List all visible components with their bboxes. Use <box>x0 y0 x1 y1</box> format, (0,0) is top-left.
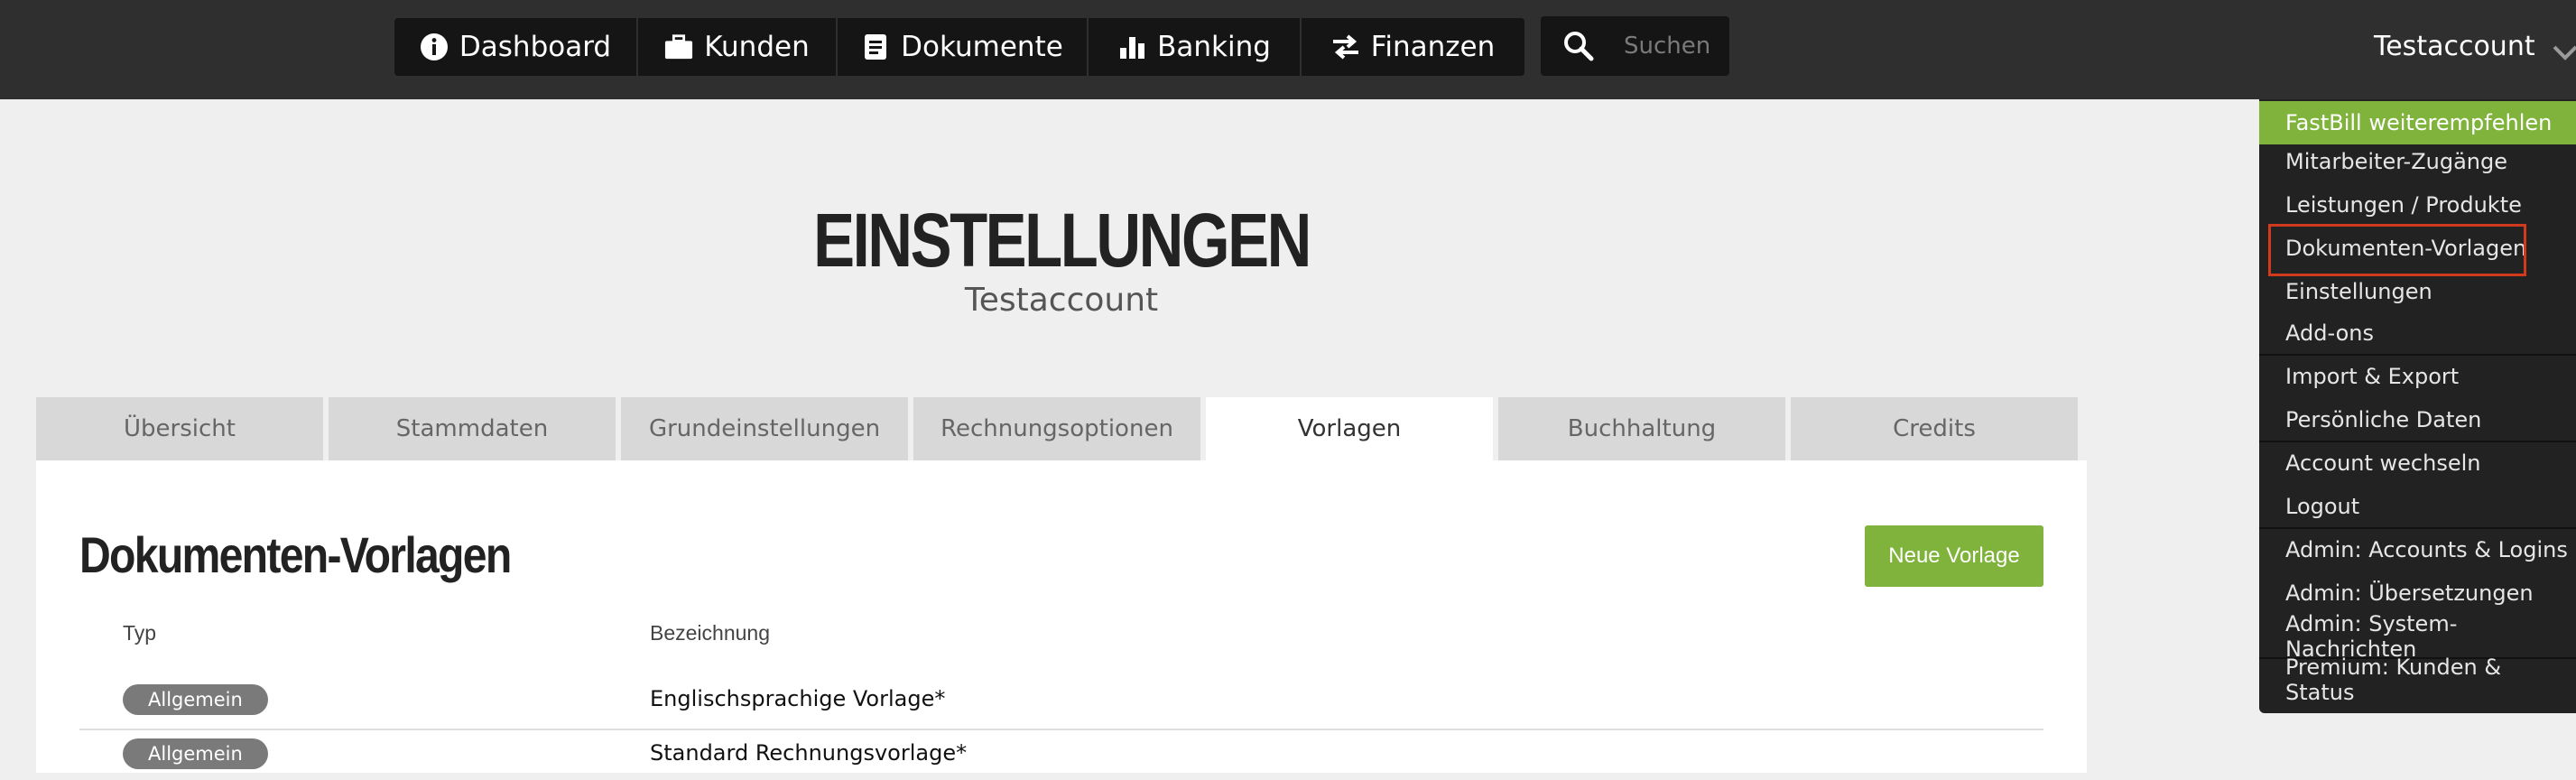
account-dropdown-menu: FastBill weiterempfehlen Mitarbeiter-Zug… <box>2259 99 2576 713</box>
menu-item-admin-uebersetzungen[interactable]: Admin: Übersetzungen <box>2259 571 2576 615</box>
menu-item-label: Import & Export <box>2285 364 2460 389</box>
nav-item-dokumente[interactable]: Dokumente <box>838 18 1089 76</box>
main-navigation: Dashboard Kunden Dokumente Banking Finan… <box>394 18 1524 76</box>
menu-item-admin-system-nachrichten[interactable]: Admin: System-Nachrichten <box>2259 611 2576 662</box>
tab-stammdaten[interactable]: Stammdaten <box>329 397 616 460</box>
tab-grundeinstellungen[interactable]: Grundeinstellungen <box>621 397 908 460</box>
new-template-button[interactable]: Neue Vorlage <box>1865 525 2043 587</box>
nav-item-label: Finanzen <box>1370 31 1496 63</box>
menu-item-admin-accounts-logins[interactable]: Admin: Accounts & Logins <box>2259 528 2576 571</box>
document-icon <box>861 32 890 61</box>
menu-item-label: Premium: Kunden & Status <box>2285 655 2502 705</box>
search-icon[interactable] <box>1562 30 1595 62</box>
menu-item-label: Logout <box>2285 494 2360 519</box>
menu-item-account-wechseln[interactable]: Account wechseln <box>2259 441 2576 485</box>
transfer-arrows-icon <box>1331 32 1360 61</box>
column-header-name: Bezeichnung <box>650 621 770 645</box>
menu-item-add-ons[interactable]: Add-ons <box>2259 311 2576 355</box>
account-menu-toggle[interactable]: Testaccount <box>2374 25 2576 67</box>
column-header-type: Typ <box>123 621 157 645</box>
account-name: Testaccount <box>2374 30 2535 62</box>
type-badge: Allgemein <box>123 738 268 769</box>
menu-item-leistungen-produkte[interactable]: Leistungen / Produkte <box>2259 183 2576 227</box>
briefcase-icon <box>664 32 693 61</box>
nav-item-label: Banking <box>1157 31 1271 63</box>
menu-item-label: Add-ons <box>2285 320 2374 346</box>
menu-item-persoenliche-daten[interactable]: Persönliche Daten <box>2259 398 2576 441</box>
menu-item-import-export[interactable]: Import & Export <box>2259 355 2576 398</box>
tab-label: Stammdaten <box>395 415 549 442</box>
tab-buchhaltung[interactable]: Buchhaltung <box>1498 397 1785 460</box>
highlight-annotation-box <box>2268 224 2526 276</box>
panel-title: Dokumenten-Vorlagen <box>79 526 512 583</box>
menu-item-label: Einstellungen <box>2285 279 2432 304</box>
template-name: Englischsprachige Vorlage* <box>650 686 946 711</box>
tab-label: Vorlagen <box>1297 415 1402 442</box>
table-row[interactable]: Allgemein Englischsprachige Vorlage* <box>79 673 2043 726</box>
tab-label: Buchhaltung <box>1567 415 1717 442</box>
menu-item-label: FastBill weiterempfehlen <box>2285 110 2553 135</box>
nav-item-label: Kunden <box>704 31 810 63</box>
tab-label: Übersicht <box>124 415 236 442</box>
menu-item-fastbill-weiterempfehlen[interactable]: FastBill weiterempfehlen <box>2259 101 2576 144</box>
nav-item-finanzen[interactable]: Finanzen <box>1302 18 1524 76</box>
type-badge: Allgemein <box>123 684 268 715</box>
nav-item-label: Dokumente <box>901 31 1063 63</box>
tab-vorlagen[interactable]: Vorlagen <box>1206 397 1493 460</box>
menu-item-label: Leistungen / Produkte <box>2285 192 2522 218</box>
tab-label: Rechnungsoptionen <box>941 415 1173 442</box>
nav-item-dashboard[interactable]: Dashboard <box>394 18 638 76</box>
nav-item-banking[interactable]: Banking <box>1089 18 1302 76</box>
menu-item-mitarbeiter-zugaenge[interactable]: Mitarbeiter-Zugänge <box>2259 140 2576 183</box>
templates-panel: Dokumenten-Vorlagen Neue Vorlage Typ Bez… <box>36 460 2087 773</box>
info-icon <box>420 32 449 61</box>
settings-tabs: Übersicht Stammdaten Grundeinstellungen … <box>36 397 2087 460</box>
search-input[interactable] <box>1622 32 1725 60</box>
chevron-down-icon <box>2552 37 2576 60</box>
tab-label: Grundeinstellungen <box>648 415 881 442</box>
table-row[interactable]: Allgemein Standard Rechnungsvorlage* <box>79 728 2043 780</box>
menu-item-label: Account wechseln <box>2285 450 2481 476</box>
menu-item-premium-kunden-status[interactable]: Premium: Kunden & Status <box>2259 655 2576 705</box>
search-box <box>1541 16 1729 76</box>
template-name: Standard Rechnungsvorlage* <box>650 740 968 766</box>
page-subtitle: Testaccount <box>964 282 1159 319</box>
menu-item-label: Persönliche Daten <box>2285 407 2482 432</box>
menu-item-label: Mitarbeiter-Zugänge <box>2285 149 2507 174</box>
menu-item-label: Admin: Übersetzungen <box>2285 580 2534 606</box>
bar-chart-icon <box>1117 32 1146 61</box>
tab-uebersicht[interactable]: Übersicht <box>36 397 323 460</box>
menu-item-logout[interactable]: Logout <box>2259 485 2576 528</box>
menu-item-label: Admin: Accounts & Logins <box>2285 537 2568 562</box>
nav-item-kunden[interactable]: Kunden <box>638 18 838 76</box>
page-title: EINSTELLUNGEN <box>813 198 1311 283</box>
tab-rechnungsoptionen[interactable]: Rechnungsoptionen <box>913 397 1200 460</box>
menu-item-einstellungen[interactable]: Einstellungen <box>2259 270 2576 313</box>
tab-credits[interactable]: Credits <box>1791 397 2078 460</box>
nav-item-label: Dashboard <box>459 31 612 63</box>
tab-label: Credits <box>1893 415 1976 442</box>
